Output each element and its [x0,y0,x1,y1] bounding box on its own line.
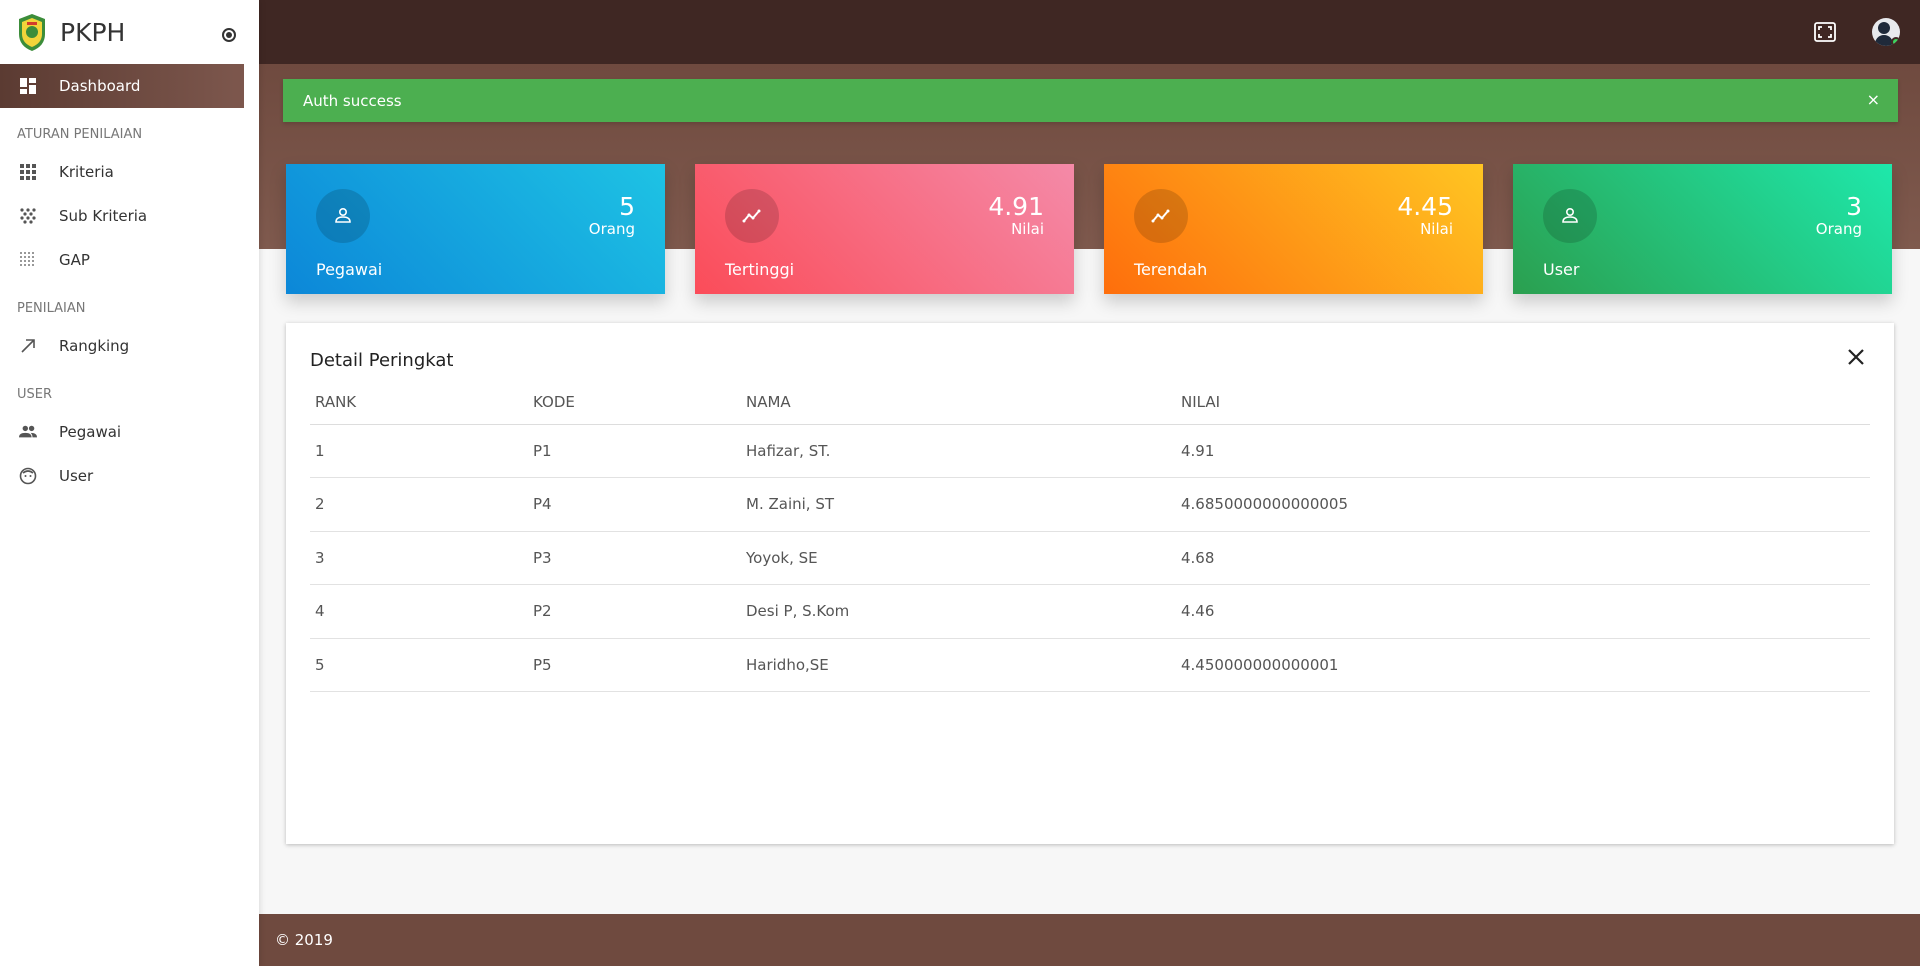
cell-nama: Hafizar, ST. [741,424,1176,478]
column-header: KODE [528,381,741,425]
person-icon [316,189,370,243]
sidebar-item-gap[interactable]: GAP [0,238,259,282]
stat-unit: Orang [588,220,635,238]
sidebar-item-label: Rangking [59,337,130,355]
sidebar-item-pegawai[interactable]: Pegawai [0,410,259,454]
column-header: RANK [310,381,528,425]
cell-kode: P1 [528,424,741,478]
stat-value: 3 [1846,192,1862,221]
table-row: 1 P1 Hafizar, ST. 4.91 [310,424,1870,478]
sidebar: PKPH Dashboard ATURAN PENILAIAN Kriteria… [0,0,259,966]
card-title: Detail Peringkat [310,350,454,371]
cell-kode: P2 [528,584,741,639]
section-heading: PENILAIAN [17,301,86,316]
sidebar-item-label: Dashboard [59,77,141,95]
cell-rank: 1 [310,424,528,478]
people-icon [18,422,38,442]
close-icon[interactable] [1846,347,1866,367]
sidebar-item-label: User [59,467,94,485]
footer: © 2019 [259,914,1920,966]
stat-label: Tertinggi [725,260,795,279]
table-row: 4 P2 Desi P, S.Kom 4.46 [310,584,1870,639]
stat-label: User [1543,260,1580,279]
logo-icon [19,14,45,51]
alert-close-button[interactable]: × [1867,90,1880,109]
cell-nama: Yoyok, SE [741,531,1176,585]
sidebar-toggle-icon[interactable] [222,28,236,42]
stat-card-tertinggi: 4.91 Nilai Tertinggi [695,164,1074,294]
sidebar-item-kriteria[interactable]: Kriteria [0,150,259,194]
stat-unit: Nilai [1011,220,1044,238]
arrow-up-right-icon [18,336,38,356]
stat-card-pegawai: 5 Orang Pegawai [286,164,665,294]
cell-rank: 2 [310,477,528,532]
sidebar-item-user[interactable]: User [0,454,259,498]
table-row: 2 P4 M. Zaini, ST 4.6850000000000005 [310,477,1870,532]
fullscreen-icon[interactable] [1813,20,1837,44]
dot-grid-icon [18,250,38,270]
cell-nama: M. Zaini, ST [741,477,1176,532]
sidebar-item-dashboard[interactable]: Dashboard [0,64,244,108]
stat-label: Terendah [1134,260,1208,279]
top-bar [259,0,1920,64]
stat-unit: Orang [1815,220,1862,238]
section-heading: USER [17,387,53,402]
sidebar-item-rangking[interactable]: Rangking [0,324,259,368]
stat-card-terendah: 4.45 Nilai Terendah [1104,164,1483,294]
brand-title: PKPH [60,17,126,47]
sidebar-item-label: Sub Kriteria [59,207,148,225]
cell-rank: 5 [310,638,528,692]
trending-icon [725,189,779,243]
person-icon [1543,189,1597,243]
stat-value: 4.45 [1397,192,1453,221]
cell-rank: 4 [310,584,528,639]
apps-icon [18,162,38,182]
stat-value: 5 [619,192,635,221]
brand: PKPH [0,0,259,64]
detail-peringkat-card: Detail Peringkat RANK KODE NAMA NILAI 1 … [286,323,1894,844]
cell-nilai: 4.450000000000001 [1176,638,1870,692]
sidebar-item-label: GAP [59,251,90,269]
cell-nilai: 4.91 [1176,424,1870,478]
column-header: NAMA [741,381,1176,425]
stat-value: 4.91 [988,192,1044,221]
section-heading: ATURAN PENILAIAN [17,127,143,142]
cell-nama: Haridho,SE [741,638,1176,692]
stat-unit: Nilai [1420,220,1453,238]
ranking-table: RANK KODE NAMA NILAI 1 P1 Hafizar, ST. 4… [310,381,1870,692]
user-avatar[interactable] [1872,18,1900,46]
cell-nama: Desi P, S.Kom [741,584,1176,639]
sidebar-item-label: Pegawai [59,423,122,441]
alert-text: Auth success [303,91,402,110]
cell-nilai: 4.68 [1176,531,1870,585]
cell-kode: P4 [528,477,741,532]
online-status-dot [1891,37,1900,46]
stat-label: Pegawai [316,260,383,279]
table-header-row: RANK KODE NAMA NILAI [310,381,1870,425]
table-row: 3 P3 Yoyok, SE 4.68 [310,531,1870,585]
cell-rank: 3 [310,531,528,585]
cell-nilai: 4.6850000000000005 [1176,477,1870,532]
sidebar-item-sub-kriteria[interactable]: Sub Kriteria [0,194,259,238]
column-header: NILAI [1176,381,1870,425]
scatter-dots-icon [18,206,38,226]
cell-kode: P3 [528,531,741,585]
cell-nilai: 4.46 [1176,584,1870,639]
sidebar-item-label: Kriteria [59,163,114,181]
success-alert: Auth success × [283,79,1898,122]
face-icon [18,466,38,486]
cell-kode: P5 [528,638,741,692]
copyright-text: © 2019 [275,931,333,949]
stat-card-user: 3 Orang User [1513,164,1892,294]
dashboard-icon [18,76,38,96]
trending-icon [1134,189,1188,243]
table-row: 5 P5 Haridho,SE 4.450000000000001 [310,638,1870,692]
